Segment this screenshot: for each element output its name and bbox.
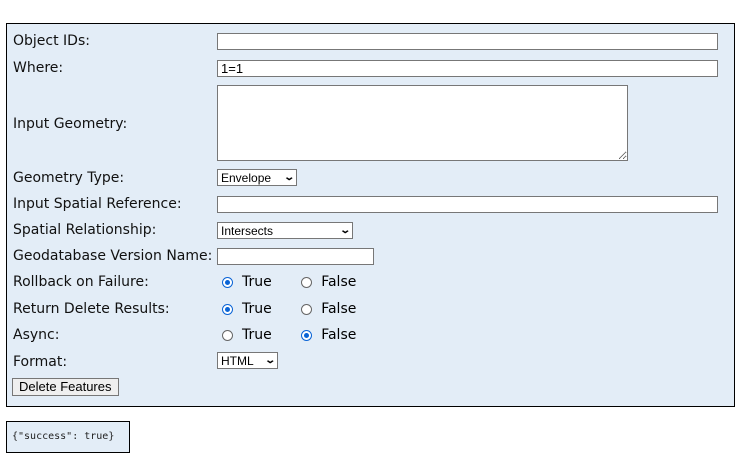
spatial-relationship-label: Spatial Relationship:: [13, 222, 157, 238]
input-geometry-textarea[interactable]: [217, 85, 628, 161]
return-delete-radio-group: True False: [217, 301, 376, 319]
input-spatial-reference-label: Input Spatial Reference:: [13, 196, 182, 212]
spatial-relationship-select[interactable]: Intersects ⌄: [217, 222, 353, 239]
result-box: {"success": true}: [6, 421, 130, 453]
chevron-down-icon: ⌄: [338, 225, 351, 236]
geometry-type-value: Envelope: [221, 170, 272, 185]
geometry-type-label: Geometry Type:: [13, 170, 125, 186]
object-ids-input[interactable]: [217, 33, 718, 50]
gdb-version-input[interactable]: [217, 248, 374, 265]
return-delete-false-radio[interactable]: False: [296, 301, 356, 317]
async-label: Async:: [13, 327, 60, 343]
return-delete-results-label: Return Delete Results:: [13, 301, 170, 317]
async-radio-group: True False: [217, 327, 376, 345]
format-label: Format:: [13, 354, 68, 370]
rollback-radio-group: True False: [217, 274, 376, 292]
where-input[interactable]: [217, 60, 718, 77]
input-spatial-reference-input[interactable]: [217, 196, 718, 213]
format-select[interactable]: HTML ⌄: [217, 352, 278, 369]
spatial-relationship-value: Intersects: [221, 223, 274, 238]
geometry-type-select[interactable]: Envelope ⌄: [217, 169, 297, 186]
object-ids-label: Object IDs:: [13, 33, 90, 49]
chevron-down-icon: ⌄: [263, 355, 276, 366]
where-label: Where:: [13, 60, 64, 76]
delete-features-form: Object IDs: Where: Input Geometry: Geome…: [6, 23, 735, 407]
return-delete-true-radio[interactable]: True: [217, 301, 272, 317]
async-true-radio[interactable]: True: [217, 327, 272, 343]
result-json: {"success": true}: [12, 431, 115, 442]
rollback-false-radio[interactable]: False: [296, 274, 356, 290]
chevron-down-icon: ⌄: [282, 172, 295, 183]
rollback-true-radio[interactable]: True: [217, 274, 272, 290]
async-false-radio[interactable]: False: [296, 327, 356, 343]
format-value: HTML: [221, 353, 254, 368]
delete-features-button[interactable]: Delete Features: [12, 378, 119, 396]
rollback-label: Rollback on Failure:: [13, 274, 149, 290]
gdb-version-label: Geodatabase Version Name:: [13, 248, 213, 264]
input-geometry-label: Input Geometry:: [13, 116, 128, 132]
